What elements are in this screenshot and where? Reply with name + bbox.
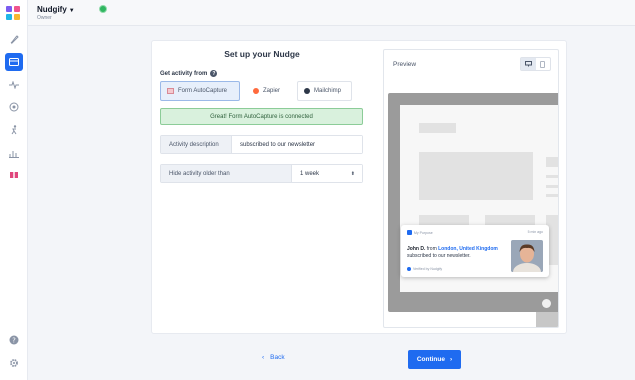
card-icon[interactable]	[5, 53, 23, 71]
rocket-icon[interactable]	[5, 31, 23, 49]
pulse-icon[interactable]	[5, 76, 23, 94]
power-button	[542, 299, 551, 308]
form-icon	[167, 88, 174, 94]
source-label: Form AutoCapture	[178, 88, 228, 94]
nudge-verified-text: Verified by Nudgify	[413, 267, 443, 271]
monitor-mockup	[388, 93, 558, 312]
page-title: Set up your Nudge	[224, 49, 300, 59]
nudge-time: 5 min ago	[527, 230, 543, 234]
activity-source-label: Get activity from?	[160, 70, 218, 78]
activity-source-text: Get activity from	[160, 71, 208, 78]
nudge-message: John D. from London, United Kingdom subs…	[407, 246, 511, 260]
setup-card: Set up your Nudge Get activity from? For…	[151, 40, 567, 334]
svg-text:?: ?	[12, 337, 16, 345]
chevron-right-icon: ›	[450, 356, 453, 363]
gift-icon[interactable]	[5, 165, 23, 183]
sidebar: ?	[0, 0, 28, 380]
device-toggle	[520, 57, 551, 71]
help-icon[interactable]: ?	[210, 70, 218, 77]
continue-button[interactable]: Continue ›	[408, 350, 461, 369]
source-mailchimp-button[interactable]: Mailchimp	[297, 81, 352, 101]
desktop-icon[interactable]	[521, 58, 536, 70]
account-role: Owner	[37, 15, 52, 21]
nudge-action: subscribed to our newsletter.	[407, 253, 471, 259]
hide-activity-select[interactable]: 1 week ⬍	[292, 165, 362, 182]
success-alert: Great! Form AutoCapture is connected	[160, 108, 363, 125]
activity-description-field: Activity description subscribed to our n…	[160, 135, 363, 154]
status-indicator	[99, 5, 107, 13]
source-label: Zapier	[263, 88, 281, 94]
nudge-verified: Verified by Nudgify	[407, 267, 442, 271]
hide-activity-field: Hide activity older than 1 week ⬍	[160, 164, 363, 183]
back-label: Back	[270, 354, 285, 361]
zapier-icon	[253, 88, 259, 94]
nudge-source-text: My Purpose	[414, 230, 433, 235]
avatar	[511, 240, 543, 272]
source-label: Mailchimp	[314, 88, 342, 94]
back-button[interactable]: ‹ Back	[262, 354, 285, 361]
gear-icon[interactable]	[5, 354, 23, 372]
field-label: Activity description	[161, 136, 232, 153]
monitor-stand	[536, 312, 558, 327]
monitor-base	[520, 327, 559, 328]
nudge-notification: My Purpose 5 min ago John D. from London…	[401, 225, 549, 277]
nudgify-logo[interactable]	[6, 6, 21, 21]
target-icon[interactable]	[5, 98, 23, 116]
help-icon[interactable]: ?	[5, 331, 23, 349]
mobile-icon[interactable]	[536, 58, 551, 70]
select-arrows-icon: ⬍	[350, 170, 355, 177]
bar-chart-icon[interactable]	[5, 144, 23, 162]
source-form-autocapture-button[interactable]: Form AutoCapture	[160, 81, 240, 101]
preview-panel: Preview My Purpose 5 min ago John D. fro…	[383, 49, 559, 328]
verified-check-icon	[407, 267, 411, 271]
field-label: Hide activity older than	[161, 165, 292, 182]
runner-icon[interactable]	[5, 121, 23, 139]
top-bar: Nudgify ▼ Owner	[28, 0, 635, 26]
chevron-left-icon: ‹	[262, 354, 265, 361]
source-zapier-button[interactable]: Zapier	[246, 81, 293, 101]
account-name: Nudgify	[37, 5, 67, 14]
activity-description-input[interactable]: subscribed to our newsletter	[232, 136, 362, 153]
nudge-source: My Purpose	[407, 230, 433, 235]
caret-down-icon: ▼	[68, 8, 75, 14]
nudge-name: John D.	[407, 246, 426, 252]
nudge-from: from	[426, 246, 437, 252]
mailchimp-icon	[304, 88, 310, 94]
thumbs-up-icon	[407, 230, 412, 235]
nudge-location: London, United Kingdom	[438, 246, 498, 252]
account-switcher[interactable]: Nudgify ▼	[37, 5, 75, 14]
continue-label: Continue	[416, 356, 445, 363]
preview-title: Preview	[393, 61, 417, 68]
select-value: 1 week	[300, 170, 320, 177]
